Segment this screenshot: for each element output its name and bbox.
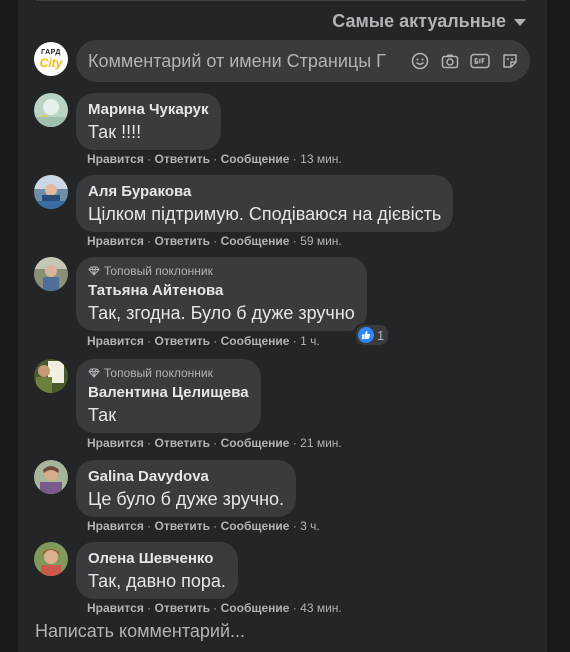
sort-label: Самые актуальные: [332, 11, 506, 31]
like-button[interactable]: Нравится: [87, 152, 144, 166]
like-button[interactable]: Нравится: [87, 519, 144, 533]
comment-bubble: Топовый поклонник Татьяна Айтенова Так, …: [76, 257, 367, 331]
message-button[interactable]: Сообщение: [221, 234, 290, 248]
comment-time[interactable]: 59 мин.: [300, 234, 342, 248]
comment-actions: Нравится · Ответить · Сообщение · 43 мин…: [87, 601, 342, 615]
comment-actions: Нравится · Ответить · Сообщение · 13 мин…: [87, 152, 342, 166]
top-fan-badge: Топовый поклонник: [88, 264, 355, 278]
comment-time[interactable]: 43 мин.: [300, 601, 342, 615]
reply-button[interactable]: Ответить: [155, 436, 210, 450]
comment-bubble: Аля Буракова Цілком підтримую. Сподіваюс…: [76, 175, 454, 232]
message-button[interactable]: Сообщение: [221, 601, 290, 615]
like-icon: [358, 327, 374, 343]
sticker-icon[interactable]: [500, 51, 520, 71]
comment-text: Так: [88, 405, 117, 425]
reaction-number: 1: [377, 327, 385, 343]
message-button[interactable]: Сообщение: [221, 436, 290, 450]
composer-tools: [406, 51, 530, 71]
comment-bubble: Galina Davydova Це було б дуже зручно.: [76, 460, 297, 517]
avatar[interactable]: [34, 542, 68, 576]
badge-label: Топовый поклонник: [104, 366, 213, 380]
comment-bubble: Марина Чукарук Так !!!!: [76, 93, 221, 150]
reaction-count[interactable]: 1: [354, 323, 391, 347]
comment-actions: Нравится · Ответить · Сообщение · 21 мин…: [87, 436, 342, 450]
comment-author[interactable]: Олена Шевченко: [88, 549, 226, 569]
page-logo-text-city: City: [39, 56, 63, 70]
reply-button[interactable]: Ответить: [155, 334, 210, 348]
comment-text: Цілком підтримую. Сподіваюся на дієвість: [88, 204, 442, 224]
comment-input-placeholder: Комментарий от имени Страницы Г: [88, 50, 386, 71]
emoji-icon[interactable]: [410, 51, 430, 71]
message-button[interactable]: Сообщение: [221, 519, 290, 533]
reply-button[interactable]: Ответить: [155, 519, 210, 533]
gif-icon[interactable]: [470, 51, 490, 71]
divider: [36, 0, 526, 1]
like-button[interactable]: Нравится: [87, 436, 144, 450]
camera-icon[interactable]: [440, 51, 460, 71]
top-fan-badge: Топовый поклонник: [88, 366, 249, 380]
comment-input[interactable]: Комментарий от имени Страницы Г: [76, 40, 530, 82]
comment-author[interactable]: Galina Davydova: [88, 467, 284, 487]
avatar[interactable]: [34, 460, 68, 494]
write-comment-link[interactable]: Написать комментарий...: [35, 621, 245, 642]
comment-text: Так, згодна. Було б дуже зручно: [88, 303, 355, 323]
avatar[interactable]: [34, 93, 68, 127]
comment-bubble: Олена Шевченко Так, давно пора.: [76, 542, 238, 599]
avatar[interactable]: [34, 257, 68, 291]
comment-actions: Нравится · Ответить · Сообщение · 59 мин…: [87, 234, 342, 248]
comment-author[interactable]: Валентина Целищева: [88, 383, 249, 403]
reply-button[interactable]: Ответить: [155, 601, 210, 615]
comment-time[interactable]: 1 ч.: [300, 334, 320, 348]
avatar[interactable]: [34, 175, 68, 209]
comment-text: Так !!!!: [88, 122, 142, 142]
comment-text: Так, давно пора.: [88, 571, 226, 591]
comment-time[interactable]: 13 мин.: [300, 152, 342, 166]
diamond-icon: [88, 368, 100, 378]
page-avatar[interactable]: ГАРД City: [34, 42, 68, 76]
comment-author[interactable]: Татьяна Айтенова: [88, 281, 355, 301]
avatar[interactable]: [34, 359, 68, 393]
like-button[interactable]: Нравится: [87, 234, 144, 248]
comment-actions: Нравится · Ответить · Сообщение · 1 ч.: [87, 334, 320, 348]
message-button[interactable]: Сообщение: [221, 152, 290, 166]
reply-button[interactable]: Ответить: [155, 152, 210, 166]
comment-time[interactable]: 3 ч.: [300, 519, 320, 533]
like-button[interactable]: Нравится: [87, 334, 144, 348]
comment-author[interactable]: Марина Чукарук: [88, 100, 209, 120]
comment-text: Це було б дуже зручно.: [88, 489, 285, 509]
sort-dropdown[interactable]: Самые актуальные: [332, 11, 526, 32]
reply-button[interactable]: Ответить: [155, 234, 210, 248]
comment-author[interactable]: Аля Буракова: [88, 182, 441, 202]
diamond-icon: [88, 266, 100, 276]
badge-label: Топовый поклонник: [104, 264, 213, 278]
comment-composer: ГАРД City Комментарий от имени Страницы …: [32, 38, 532, 84]
message-button[interactable]: Сообщение: [221, 334, 290, 348]
caret-down-icon: [514, 19, 526, 26]
like-button[interactable]: Нравится: [87, 601, 144, 615]
comment-time[interactable]: 21 мин.: [300, 436, 342, 450]
comment-bubble: Топовый поклонник Валентина Целищева Так: [76, 359, 261, 433]
comment-actions: Нравится · Ответить · Сообщение · 3 ч.: [87, 519, 320, 533]
